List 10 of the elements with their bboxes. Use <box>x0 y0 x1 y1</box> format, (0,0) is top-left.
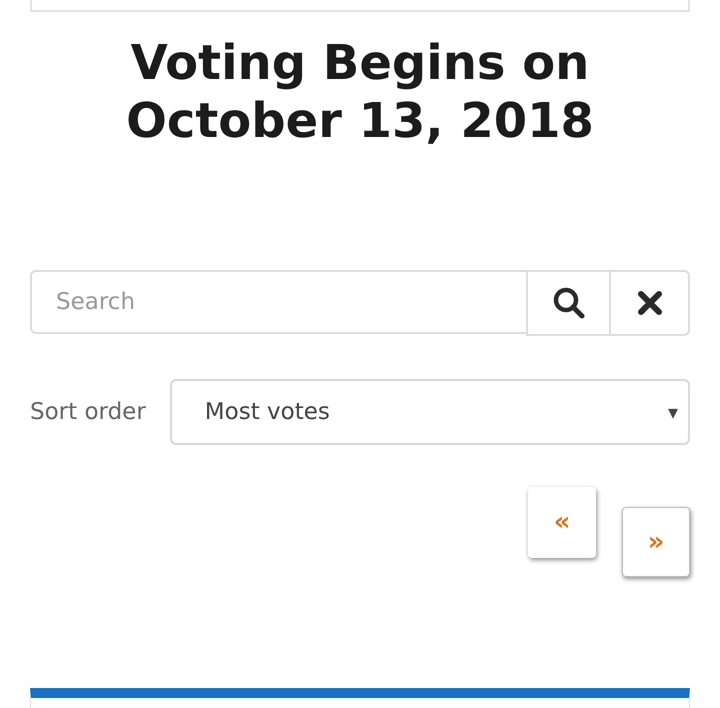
close-icon <box>636 290 662 316</box>
next-page-button[interactable]: » <box>622 507 690 577</box>
search-button[interactable] <box>526 270 611 336</box>
clear-button[interactable] <box>611 270 690 336</box>
search-field[interactable]: Search <box>30 270 526 334</box>
search-icon <box>552 286 586 320</box>
previous-page-button[interactable]: « <box>528 487 596 558</box>
sort-label: Sort order <box>30 398 146 427</box>
heading: Voting Begins on October 13, 2018 <box>125 34 595 150</box>
sort-dropdown[interactable]: Most votes ▾ <box>170 379 690 445</box>
